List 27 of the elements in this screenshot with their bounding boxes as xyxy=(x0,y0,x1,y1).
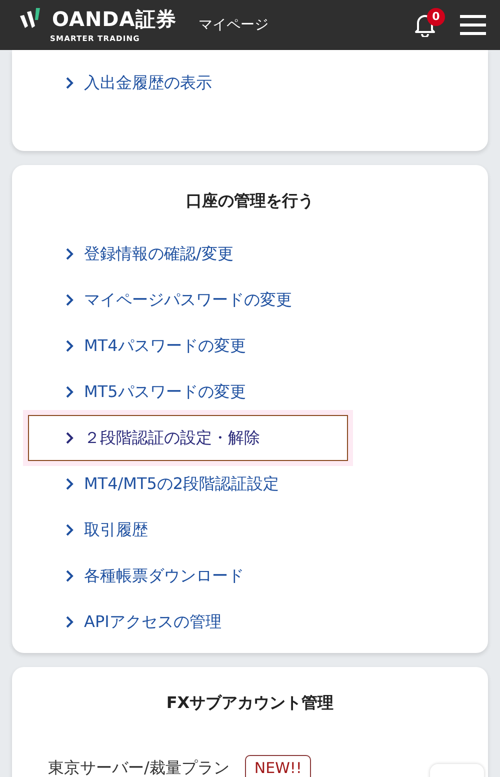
chevron-icon xyxy=(65,432,74,444)
chevron-icon xyxy=(65,478,74,490)
menu-link[interactable]: 取引履歴 xyxy=(28,507,348,553)
plan-label: 東京サーバー/裁量プラン xyxy=(48,757,230,777)
notification-count: 0 xyxy=(427,8,445,26)
chevron-icon xyxy=(65,524,74,536)
page-title: マイページ xyxy=(198,16,268,34)
brand-name: OANDA証券 xyxy=(52,8,176,29)
menu-link[interactable]: APIアクセスの管理 xyxy=(28,599,348,645)
chevron-icon xyxy=(65,294,74,306)
menu-link[interactable]: MT4パスワードの変更 xyxy=(28,323,348,369)
menu-link[interactable]: 登録情報の確認/変更 xyxy=(28,231,348,277)
chevron-icon xyxy=(65,340,74,352)
section-title: 口座の管理を行う xyxy=(185,190,315,212)
chevron-icon xyxy=(65,616,74,628)
menu-link[interactable]: MT4/MT5の2段階認証設定 xyxy=(28,461,348,507)
new-badge: NEW!! xyxy=(245,755,311,777)
chevron-icon xyxy=(65,570,74,582)
chevron-icon xyxy=(65,248,74,260)
menu-link[interactable]: 入出金履歴の表示 xyxy=(28,60,348,106)
chevron-icon xyxy=(65,77,74,89)
menu-icon[interactable] xyxy=(460,14,486,36)
menu-link[interactable]: マイページパスワードの変更 xyxy=(28,277,348,323)
section-title: FXサブアカウント管理 xyxy=(165,692,335,714)
menu-link[interactable]: 各種帳票ダウンロード xyxy=(28,553,348,599)
menu-link[interactable]: MT5パスワードの変更 xyxy=(28,369,348,415)
chevron-icon xyxy=(65,386,74,398)
